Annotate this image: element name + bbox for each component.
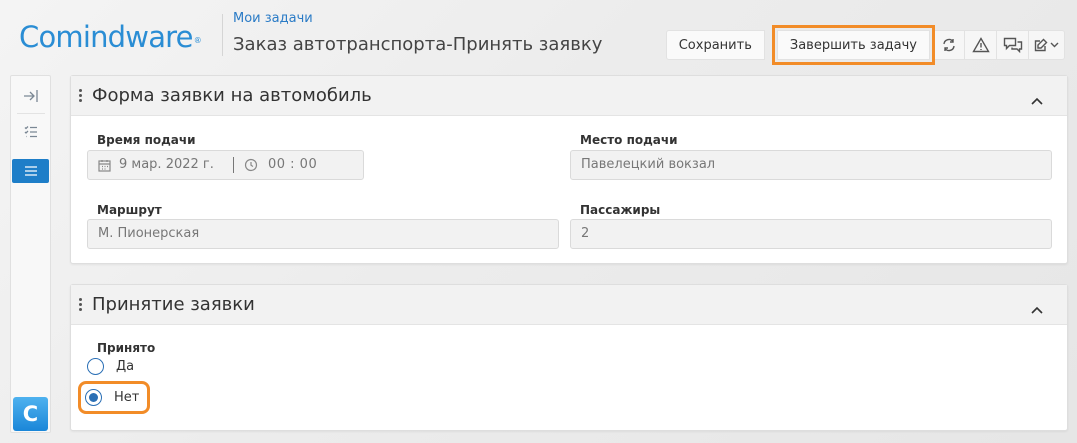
warning-button[interactable] [965,30,997,60]
expand-icon [23,90,38,102]
warning-icon [971,37,990,53]
chevron-down-icon [1050,42,1059,48]
calendar-icon [98,159,111,172]
rail-separator [17,113,45,114]
place-field[interactable]: Павелецкий вокзал [570,150,1052,180]
route-field[interactable]: М. Пионерская [87,219,559,249]
panel-title: Принятие заявки [92,294,255,315]
vehicle-request-form-panel: Форма заявки на автомобиль Время подачи … [70,75,1068,264]
chat-icon [1003,37,1022,53]
breadcrumb-my-tasks[interactable]: Мои задачи [233,11,313,26]
request-acceptance-panel: Принятие заявки Принято Да Нет [70,284,1068,431]
place-label: Место подачи [580,133,678,147]
logo-mark: ® [193,36,202,45]
header-divider [222,14,223,56]
form-view-button[interactable] [12,159,49,183]
time-label: Время подачи [97,133,196,147]
refresh-icon [943,38,955,52]
page-title: Заказ автотранспорта-Принять заявку [233,34,603,55]
comindware-logo: Comindware® [19,18,202,56]
panel-header: Форма заявки на автомобиль [71,76,1067,116]
route-label: Маршрут [97,203,162,217]
clock-icon [244,158,258,172]
date-value: 9 мар. 2022 г. [119,157,214,172]
app-launcher-button[interactable]: C [13,397,48,431]
refresh-button[interactable] [933,30,965,60]
edit-icon [1034,38,1048,52]
chevron-up-icon [1031,306,1043,314]
save-button[interactable]: Сохранить [665,30,765,60]
left-rail: C [10,75,51,433]
panel-title: Форма заявки на автомобиль [92,85,372,106]
accepted-label: Принято [97,341,156,355]
radio-button[interactable] [87,358,104,375]
time-value: 00 : 00 [268,157,318,172]
radio-option-yes[interactable]: Да [87,358,134,375]
radio-label: Нет [114,390,140,405]
edit-menu-button[interactable] [1029,30,1065,60]
expand-sidebar-button[interactable] [12,84,49,108]
collapse-panel-button[interactable] [1031,299,1043,318]
radio-label: Да [116,359,135,374]
logo-text: Comindware [19,20,194,54]
checklist-icon [24,126,37,138]
datetime-separator [233,157,234,173]
panel-header: Принятие заявки [71,285,1067,325]
radio-option-no[interactable]: Нет [77,381,151,414]
collapse-panel-button[interactable] [1031,90,1043,109]
drag-handle-icon[interactable] [79,298,83,312]
finish-task-button[interactable]: Завершить задачу [771,25,936,65]
discussion-button[interactable] [997,30,1029,60]
toolbar: Сохранить Завершить задачу [665,25,1065,65]
drag-handle-icon[interactable] [79,89,83,103]
menu-icon [24,166,37,176]
datetime-field[interactable]: 9 мар. 2022 г. 00 : 00 [87,150,364,180]
chevron-up-icon [1031,97,1043,105]
radio-button-selected[interactable] [85,389,102,406]
passengers-field[interactable]: 2 [570,219,1052,249]
passengers-label: Пассажиры [580,203,661,217]
checklist-button[interactable] [12,120,49,144]
